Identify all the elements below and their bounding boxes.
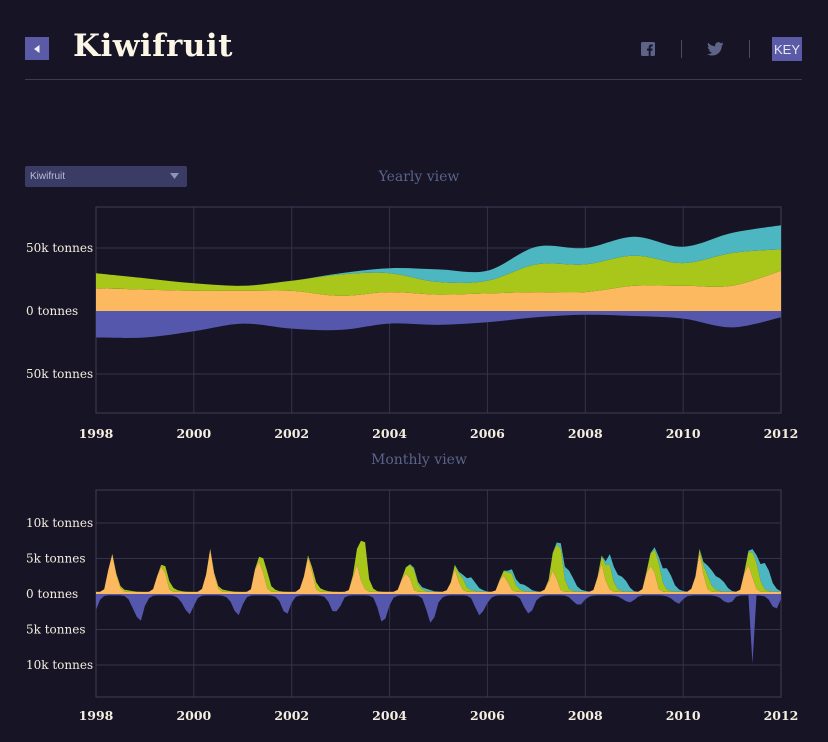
monthly-x-tick-label: 2006 bbox=[470, 708, 505, 723]
yearly-x-tick-label: 2002 bbox=[274, 426, 309, 441]
monthly-y-tick-label: 10k tonnes bbox=[26, 516, 93, 530]
monthly-x-tick-label: 1998 bbox=[79, 708, 114, 723]
monthly-y-tick-label: 5k tonnes bbox=[26, 552, 85, 566]
yearly-x-tick-label: 2008 bbox=[568, 426, 603, 441]
yearly-series-area bbox=[96, 311, 781, 338]
yearly-y-tick-label: 50k tonnes bbox=[26, 241, 93, 255]
yearly-x-tick-label: 2000 bbox=[176, 426, 211, 441]
monthly-y-tick-label: 0 tonnes bbox=[26, 587, 78, 601]
yearly-x-tick-label: 2006 bbox=[470, 426, 505, 441]
charts-canvas: 50k tonnes 0 tonnes 50k tonnes 1998 2000 2002… bbox=[26, 206, 799, 723]
monthly-series-area bbox=[96, 549, 781, 594]
monthly-series-area bbox=[96, 594, 781, 664]
monthly-x-tick-label: 2010 bbox=[666, 708, 701, 723]
yearly-y-tick-label: 50k tonnes bbox=[26, 367, 93, 381]
yearly-y-tick-label: 0 tonnes bbox=[26, 304, 78, 318]
monthly-x-tick-label: 2002 bbox=[274, 708, 309, 723]
monthly-x-tick-label: 2004 bbox=[372, 708, 407, 723]
yearly-chart: 50k tonnes 0 tonnes 50k tonnes 1998 2000 2002… bbox=[26, 206, 799, 441]
monthly-x-tick-label: 2008 bbox=[568, 708, 603, 723]
yearly-x-tick-label: 2010 bbox=[666, 426, 701, 441]
monthly-series-area bbox=[96, 540, 781, 592]
monthly-y-tick-label: 10k tonnes bbox=[26, 658, 93, 672]
monthly-series-area bbox=[96, 540, 781, 592]
monthly-y-tick-label: 5k tonnes bbox=[26, 623, 85, 637]
monthly-chart: 10k tonnes 5k tonnes 0 tonnes 5k tonnes 10k … bbox=[26, 489, 799, 723]
yearly-x-tick-label: 2004 bbox=[372, 426, 407, 441]
yearly-x-tick-label: 2012 bbox=[764, 426, 799, 441]
monthly-x-tick-label: 2012 bbox=[764, 708, 799, 723]
monthly-x-tick-label: 2000 bbox=[176, 708, 211, 723]
yearly-x-tick-label: 1998 bbox=[79, 426, 114, 441]
